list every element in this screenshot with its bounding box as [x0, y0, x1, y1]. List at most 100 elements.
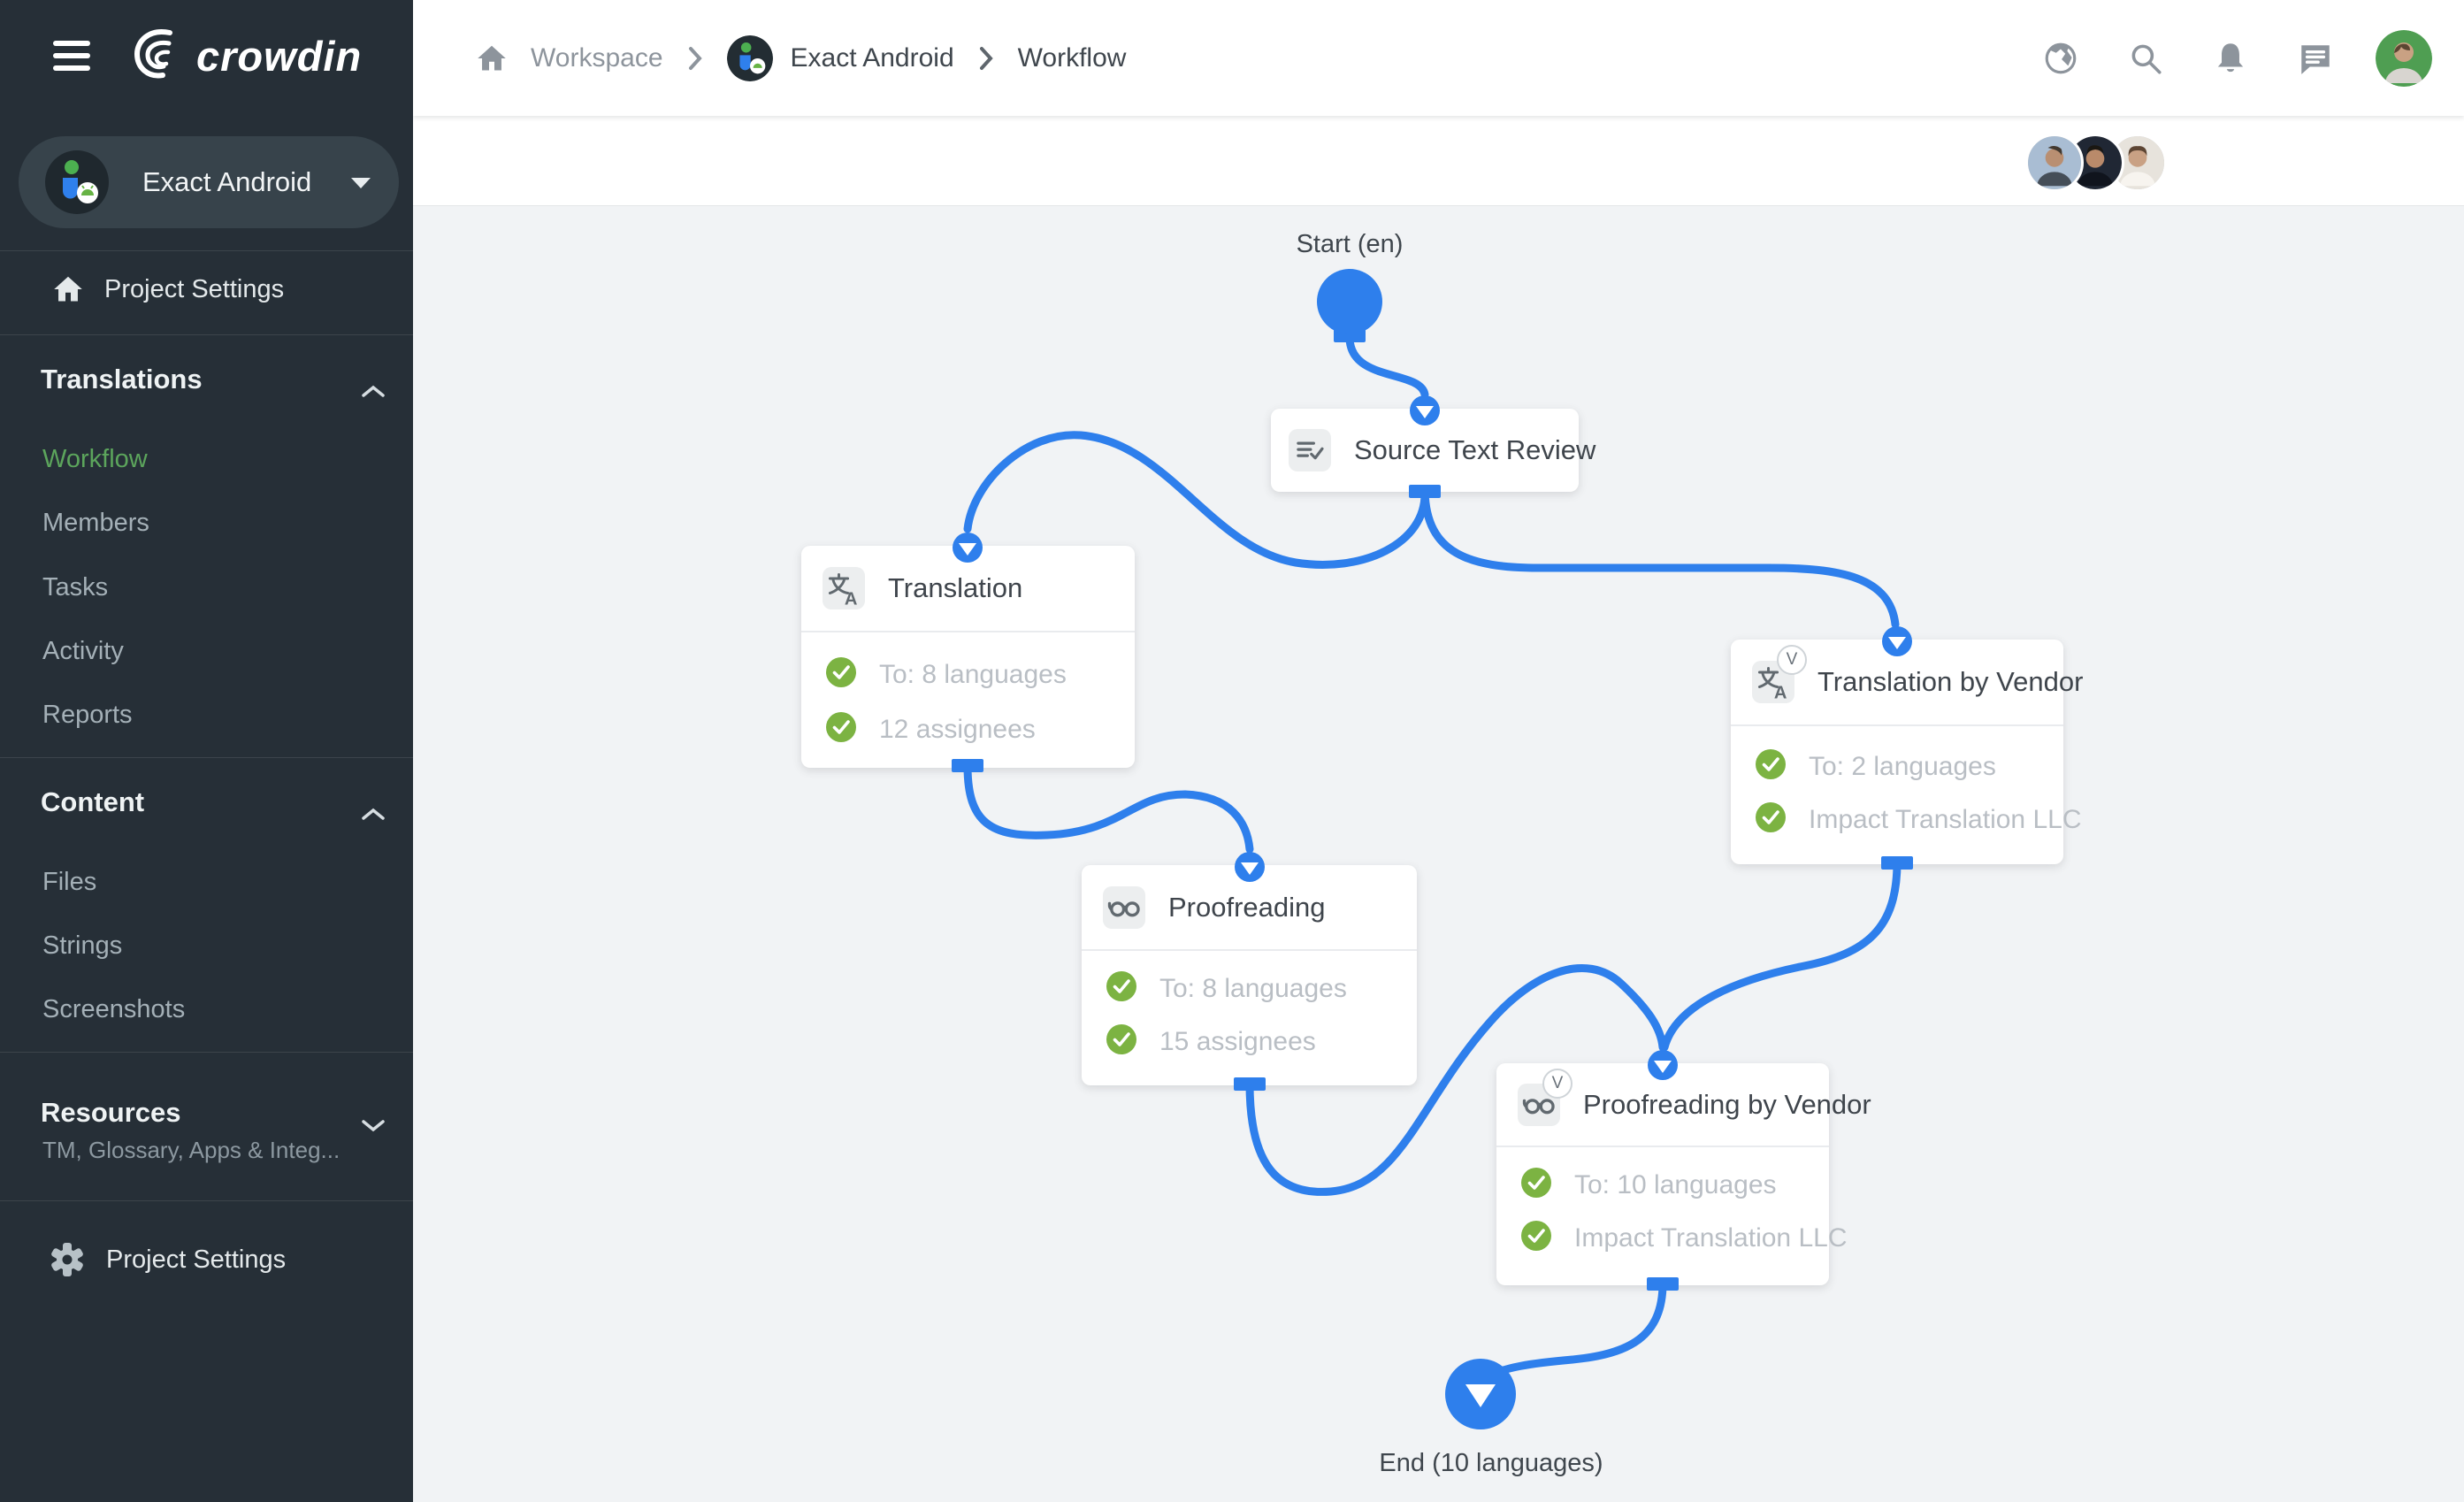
sidebar-item-label: Project Settings — [104, 275, 284, 304]
workflow-node-proofreading[interactable]: Proofreading To: 8 languages 15 assignee… — [1082, 865, 1417, 1085]
divider — [0, 250, 413, 251]
sidebar-section-translations[interactable]: Translations — [0, 355, 413, 404]
breadcrumb-project[interactable]: Exact Android — [791, 43, 954, 73]
bell-icon[interactable] — [2206, 34, 2255, 83]
breadcrumb-project-avatar[interactable] — [727, 35, 773, 81]
team-avatar-1[interactable] — [2025, 134, 2084, 192]
section-label: Resources — [41, 1097, 181, 1128]
section-label: Content — [41, 786, 144, 817]
sidebar-item-files[interactable]: Files — [0, 857, 413, 907]
project-selector-name: Exact Android — [142, 136, 311, 228]
home-icon — [51, 273, 85, 305]
divider — [1731, 724, 2063, 726]
svg-text:A: A — [1774, 683, 1787, 701]
divider — [1496, 1146, 1829, 1147]
resources-subtitle: TM, Glossary, Apps & Integ... — [42, 1137, 340, 1164]
project-selector[interactable]: Exact Android — [19, 136, 399, 228]
workflow-end-node[interactable] — [1445, 1359, 1516, 1429]
topbar: Workspace Exact Android Workflow — [413, 0, 2464, 116]
section-label: Translations — [41, 364, 203, 395]
node-title: Source Text Review — [1354, 434, 1595, 466]
node-row: To: 8 languages — [1106, 971, 1347, 1006]
breadcrumb-workspace[interactable]: Workspace — [531, 43, 663, 73]
crowdin-logo-icon — [131, 25, 186, 88]
sidebar-item-workflow[interactable]: Workflow — [0, 434, 413, 484]
sidebar-item-tasks[interactable]: Tasks — [0, 563, 413, 612]
sidebar-section-resources[interactable]: Resources — [0, 1088, 413, 1138]
node-row: To: 10 languages — [1521, 1168, 1777, 1202]
node-row: 15 assignees — [1106, 1024, 1316, 1059]
check-icon — [1106, 971, 1136, 1006]
chevron-up-icon — [360, 790, 386, 839]
chevron-down-icon — [360, 1100, 386, 1150]
gear-icon — [48, 1240, 87, 1279]
translate-icon: A — [823, 567, 865, 609]
svg-text:A: A — [845, 589, 858, 608]
vendor-badge: V — [1777, 645, 1807, 675]
sidebar: crowdin Exact Android Project Settings T… — [0, 0, 413, 1502]
hamburger-menu-icon[interactable] — [53, 41, 90, 76]
node-row-text: To: 8 languages — [1159, 974, 1347, 1004]
node-title: Proofreading — [1168, 892, 1326, 923]
node-row: To: 8 languages — [826, 657, 1067, 692]
workflow-start-node[interactable] — [1317, 269, 1382, 334]
chevron-right-icon — [686, 45, 704, 72]
node-row-text: To: 10 languages — [1574, 1170, 1777, 1200]
workflow-node-translation[interactable]: A Translation To: 8 languages 12 assigne… — [801, 546, 1135, 768]
end-label: End (10 languages) — [1314, 1449, 1668, 1478]
sidebar-item-label: Project Settings — [106, 1245, 286, 1275]
divider — [1082, 949, 1417, 951]
node-row-text: To: 2 languages — [1809, 752, 1996, 782]
search-icon[interactable] — [2121, 34, 2170, 83]
sidebar-item-reports[interactable]: Reports — [0, 690, 413, 740]
chat-icon[interactable] — [2291, 34, 2340, 83]
workflow-node-proofreading-by-vendor[interactable]: V Proofreading by Vendor To: 10 language… — [1496, 1063, 1829, 1285]
workflow-node-source-text-review[interactable]: Source Text Review — [1271, 409, 1579, 492]
node-row: 12 assignees — [826, 712, 1036, 747]
node-row-text: Impact Translation LLC — [1809, 805, 2081, 835]
source-text-review-icon — [1289, 429, 1331, 471]
node-title: Proofreading by Vendor — [1583, 1089, 1871, 1121]
crowdin-logo[interactable]: crowdin — [131, 25, 362, 88]
breadcrumb-page: Workflow — [1018, 43, 1127, 73]
globe-icon[interactable] — [2036, 34, 2085, 83]
node-row-text: 12 assignees — [879, 715, 1036, 745]
start-label: Start (en) — [1173, 230, 1527, 259]
check-icon — [826, 657, 856, 692]
workflow-node-translation-by-vendor[interactable]: V A Translation by Vendor To: 2 language… — [1731, 640, 2063, 864]
sidebar-item-project-settings-home[interactable]: Project Settings — [0, 261, 413, 318]
divider — [0, 757, 413, 758]
vendor-badge: V — [1542, 1069, 1573, 1099]
node-title: Translation by Vendor — [1817, 666, 2083, 698]
sidebar-section-content[interactable]: Content — [0, 778, 413, 827]
check-icon — [1521, 1168, 1551, 1202]
check-icon — [826, 712, 856, 747]
check-icon — [1756, 749, 1786, 784]
chevron-right-icon — [977, 45, 995, 72]
breadcrumb-home-icon[interactable] — [467, 34, 517, 83]
user-avatar[interactable] — [2376, 30, 2432, 87]
divider — [0, 334, 413, 335]
check-icon — [1106, 1024, 1136, 1059]
divider — [0, 1052, 413, 1053]
project-avatar — [45, 150, 109, 218]
crowdin-wordmark: crowdin — [196, 32, 362, 80]
sidebar-item-project-settings-footer[interactable]: Project Settings — [0, 1231, 413, 1288]
node-title: Translation — [888, 572, 1022, 604]
node-row-text: To: 8 languages — [879, 660, 1067, 690]
node-row-text: 15 assignees — [1159, 1027, 1316, 1057]
sidebar-item-members[interactable]: Members — [0, 498, 413, 548]
node-row-text: Impact Translation LLC — [1574, 1223, 1847, 1253]
check-icon — [1756, 802, 1786, 837]
sidebar-item-strings[interactable]: Strings — [0, 921, 413, 970]
workflow-canvas — [413, 206, 2464, 1502]
check-icon — [1521, 1221, 1551, 1255]
divider — [801, 631, 1135, 632]
node-row: Impact Translation LLC — [1756, 802, 2081, 837]
divider — [0, 1200, 413, 1201]
node-row: Impact Translation LLC — [1521, 1221, 1847, 1255]
node-row: To: 2 languages — [1756, 749, 1996, 784]
chevron-up-icon — [360, 367, 386, 417]
sidebar-item-activity[interactable]: Activity — [0, 626, 413, 676]
sidebar-item-screenshots[interactable]: Screenshots — [0, 985, 413, 1034]
